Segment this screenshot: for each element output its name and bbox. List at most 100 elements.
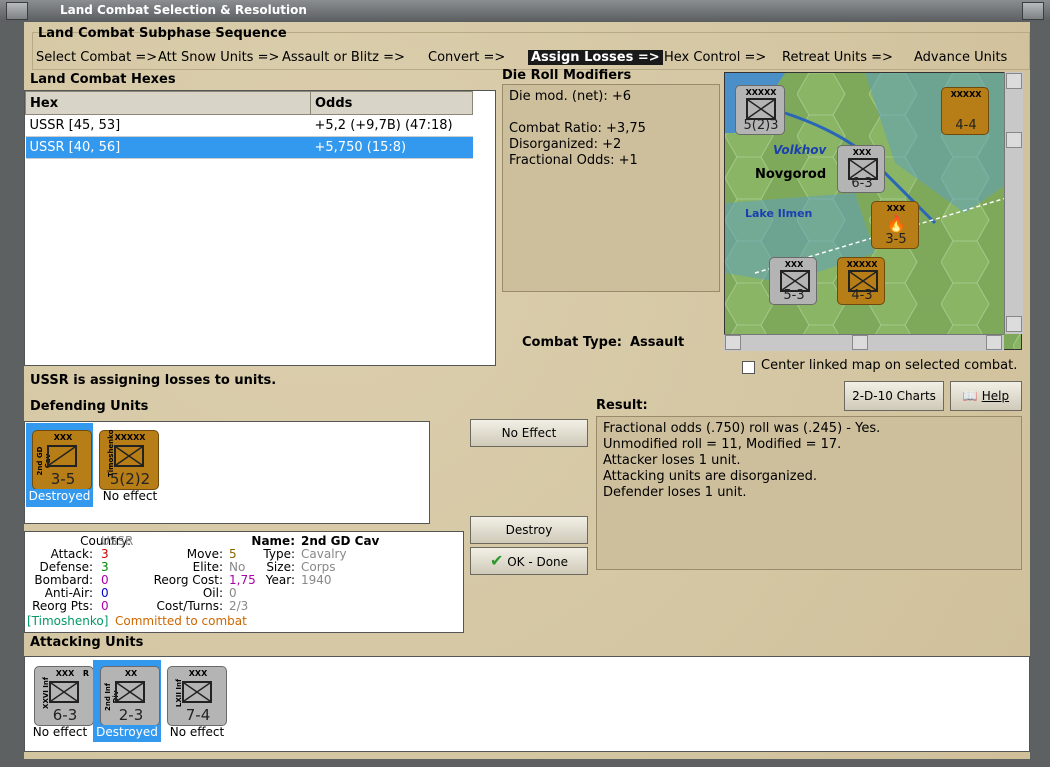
counter-size: XXX xyxy=(852,148,872,157)
infantry-symbol-icon xyxy=(49,681,79,703)
destroy-button[interactable]: Destroy xyxy=(470,516,588,544)
checkmark-icon: ✔ xyxy=(489,551,504,570)
bombard-label: Bombard: xyxy=(34,573,93,587)
map-vertical-scrollbar[interactable] xyxy=(1004,72,1023,334)
sequence-step[interactable]: Hex Control => xyxy=(664,50,766,65)
map-counter[interactable]: XXXXX 4-3 xyxy=(837,257,885,305)
counter-strength: 5-3 xyxy=(783,288,805,303)
antiair-label: Anti-Air: xyxy=(44,586,93,600)
unit-info-panel: Country: USSR Attack: 3 Defense: 3 Bomba… xyxy=(24,531,464,633)
scroll-left-button[interactable] xyxy=(725,335,741,350)
counter-strength: 5(2)3 xyxy=(743,118,779,133)
year-value: 1940 xyxy=(301,573,332,587)
table-row[interactable]: USSR [45, 53] +5,2 (+9,7B) (47:18) xyxy=(25,114,473,137)
done-button[interactable]: ✔ OK - Done xyxy=(470,547,588,575)
sequence-step[interactable]: Advance Units xyxy=(914,50,1007,65)
center-linked-checkbox[interactable] xyxy=(742,361,755,374)
scroll-up-button[interactable] xyxy=(1006,73,1022,89)
defense-label: Defense: xyxy=(39,560,93,574)
odds-cell: +5,750 (15:8) xyxy=(310,136,473,159)
result-line: Unmodified roll = 11, Modified = 17. xyxy=(603,437,842,452)
reorg-pts-label: Reorg Pts: xyxy=(32,599,93,613)
sequence-step[interactable]: Convert => xyxy=(428,50,505,65)
defending-units-heading: Defending Units xyxy=(30,399,149,414)
counter-strength: 7-4 xyxy=(185,706,211,724)
sequence-step[interactable]: Assign Losses => xyxy=(528,50,663,65)
infantry-symbol-icon xyxy=(182,681,212,703)
modifier-line: Combat Ratio: +3,75 xyxy=(509,121,646,136)
bombard-value: 0 xyxy=(101,573,109,587)
result-line: Attacker loses 1 unit. xyxy=(603,453,741,468)
combat-hexes-list: Hex Odds USSR [45, 53] +5,2 (+9,7B) (47:… xyxy=(24,90,496,366)
linked-map[interactable]: Volkhov Novgorod Lake Ilmen XXXXX 5(2)3 … xyxy=(724,72,1022,350)
map-counter[interactable]: XXX 5-3 xyxy=(769,257,817,305)
attacking-unit-result: No effect xyxy=(32,725,88,739)
map-counter[interactable]: XXX 🔥 3-5 xyxy=(871,201,919,249)
result-panel: Fractional odds (.750) roll was (.245) -… xyxy=(596,416,1022,570)
close-button[interactable] xyxy=(1022,2,1044,20)
result-line: Defender loses 1 unit. xyxy=(603,485,747,500)
combat-type-value: Assault xyxy=(630,335,685,350)
scroll-thumb[interactable] xyxy=(852,335,868,350)
help-button[interactable]: 📖 Help xyxy=(950,381,1022,411)
elite-label: Elite: xyxy=(192,560,223,574)
system-menu-button[interactable] xyxy=(6,2,28,20)
attacking-unit-counter[interactable]: XX 2nd Inf Div 2-3 xyxy=(100,666,160,726)
attack-value: 3 xyxy=(101,547,109,561)
map-horizontal-scrollbar[interactable] xyxy=(724,334,1004,351)
table-row[interactable]: USSR [40, 56] +5,750 (15:8) xyxy=(25,136,473,159)
window-frame: Land Combat Selection & Resolution Land … xyxy=(0,0,1050,767)
oil-value: 0 xyxy=(229,586,237,600)
sequence-step[interactable]: Att Snow Units => xyxy=(158,50,279,65)
attacking-unit-result: Destroyed xyxy=(94,725,160,739)
map-counter[interactable]: XXX 6-3 xyxy=(837,145,885,193)
combat-hexes-heading: Land Combat Hexes xyxy=(30,72,176,87)
attacking-units-heading: Attacking Units xyxy=(30,635,144,650)
modifier-line: Fractional Odds: +1 xyxy=(509,153,638,168)
defending-unit-result: No effect xyxy=(102,489,158,503)
sequence-step[interactable]: Select Combat => xyxy=(36,50,157,65)
map-counter[interactable]: XXXXX 5(2)3 xyxy=(735,85,785,135)
hex-column-header[interactable]: Hex xyxy=(25,91,311,115)
hex-cell: USSR [45, 53] xyxy=(25,114,311,137)
result-line: Fractional odds (.750) roll was (.245) -… xyxy=(603,421,881,436)
antiair-value: 0 xyxy=(101,586,109,600)
move-label: Move: xyxy=(186,547,223,561)
year-label: Year: xyxy=(265,573,295,587)
unit-status: Committed to combat xyxy=(115,614,247,628)
scroll-down-button[interactable] xyxy=(1006,316,1022,332)
no-effect-button[interactable]: No Effect xyxy=(470,419,588,447)
defending-unit-counter[interactable]: XXXXX Timoshenko 5(2)2 xyxy=(99,430,159,490)
odds-column-header[interactable]: Odds xyxy=(310,91,473,115)
name-value: 2nd GD Cav xyxy=(301,534,380,548)
elite-value: No xyxy=(229,560,246,574)
attacking-unit-counter[interactable]: XXX XXVI Inf R 6-3 xyxy=(34,666,94,726)
counter-strength: 4-3 xyxy=(851,288,873,303)
counter-strength: 6-3 xyxy=(52,706,78,724)
combat-type-label: Combat Type: xyxy=(522,335,622,350)
move-value: 5 xyxy=(229,547,237,561)
map-label-lake: Lake Ilmen xyxy=(745,207,813,220)
sequence-step[interactable]: Retreat Units => xyxy=(782,50,893,65)
scroll-thumb[interactable] xyxy=(1006,132,1022,148)
counter-size: XXXXX xyxy=(846,260,878,269)
defending-unit-result: Destroyed xyxy=(28,489,91,503)
infantry-symbol-icon xyxy=(114,445,144,467)
center-linked-label: Center linked map on selected combat. xyxy=(761,358,1018,373)
counter-strength: 3-5 xyxy=(50,470,76,488)
reorg-cost-label: Reorg Cost: xyxy=(153,573,223,587)
counter-strength: 4-4 xyxy=(955,118,977,133)
defending-unit-counter[interactable]: XXX 2nd GD Cav 3-5 xyxy=(32,430,92,490)
counter-strength: 2-3 xyxy=(118,706,144,724)
attacking-unit-counter[interactable]: XXX LXII Inf 7-4 xyxy=(167,666,227,726)
map-counter[interactable]: XXXXX 4-4 xyxy=(941,87,989,135)
result-heading: Result: xyxy=(596,398,648,413)
sequence-step[interactable]: Assault or Blitz => xyxy=(282,50,405,65)
scroll-right-button[interactable] xyxy=(986,335,1002,350)
charts-button[interactable]: 2-D-10 Charts xyxy=(844,381,944,411)
result-line: Attacking units are disorganized. xyxy=(603,469,817,484)
counter-strength: 3-5 xyxy=(885,232,907,247)
attack-label: Attack: xyxy=(50,547,93,561)
cost-turns-value: 2/3 xyxy=(229,599,249,613)
map-label-novgorod: Novgorod xyxy=(755,167,827,182)
